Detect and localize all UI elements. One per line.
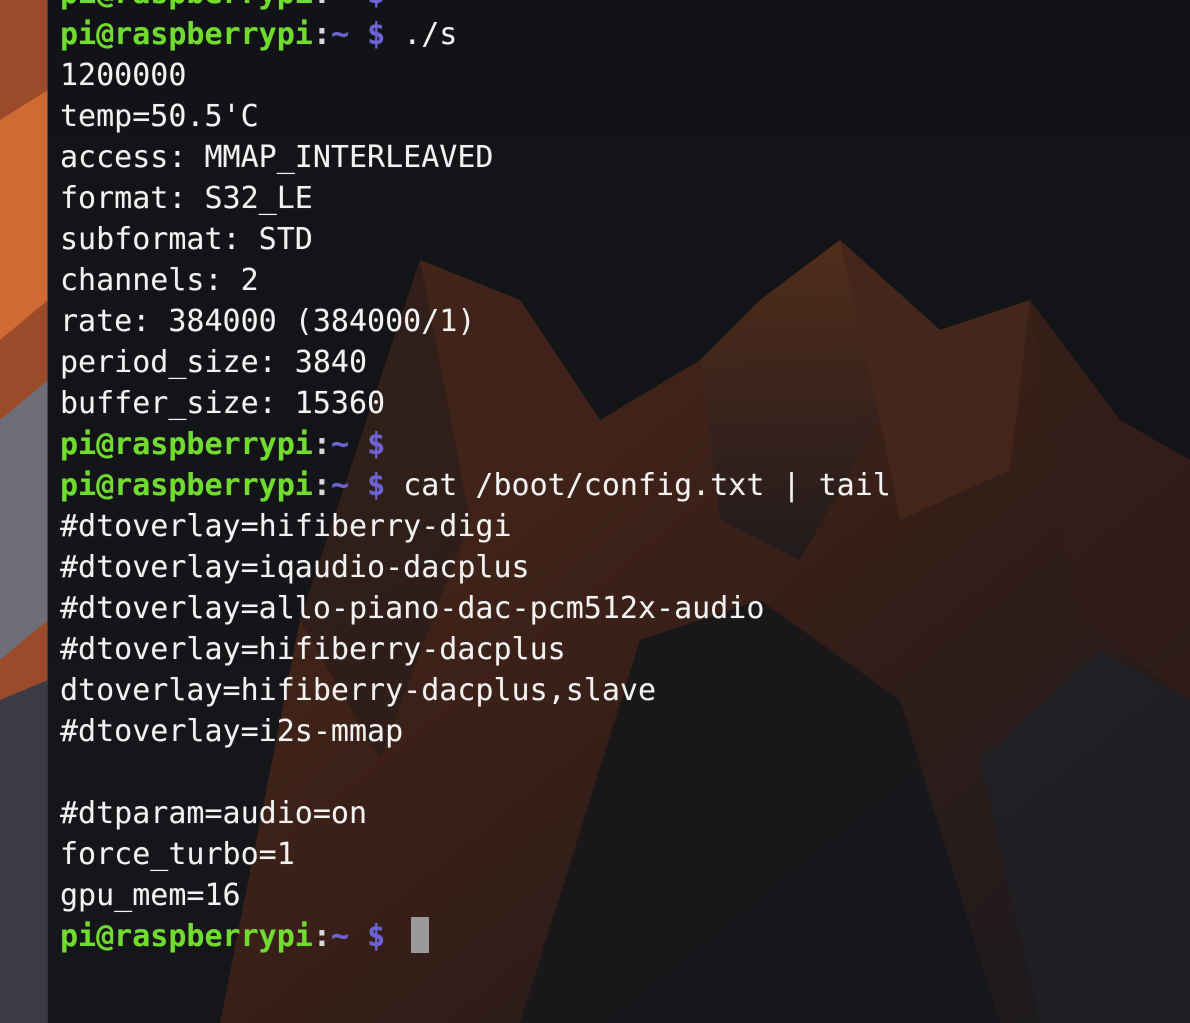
prompt-path: ~: [330, 17, 349, 52]
prompt-line: pi@raspberrypi:~ $ ./s: [60, 14, 891, 55]
output-line: #dtoverlay=i2s-mmap: [60, 714, 404, 749]
prompt-separator: :: [312, 427, 331, 462]
prompt-symbol: $: [367, 468, 386, 503]
prompt-symbol: $: [367, 17, 386, 52]
prompt-separator: :: [312, 17, 331, 52]
text-cursor[interactable]: [411, 917, 430, 953]
prompt-symbol: $: [367, 919, 386, 954]
output-line: period_size: 3840: [60, 345, 368, 380]
prompt-line: pi@raspberrypi:~ $: [60, 916, 891, 957]
output-line: force_turbo=1: [60, 837, 295, 872]
prompt-line: pi@raspberrypi:~ $ cat /boot/config.txt …: [60, 465, 891, 506]
output-line: dtoverlay=hifiberry-dacplus,slave: [60, 673, 657, 708]
output-line: #dtoverlay=allo-piano-dac-pcm512x-audio: [60, 591, 765, 626]
output-line: #dtoverlay=iqaudio-dacplus: [60, 550, 530, 585]
prompt-separator: :: [312, 919, 331, 954]
output-line: format: S32_LE: [60, 181, 313, 216]
desktop-screen: pi@raspberrypi:~ $ pi@raspberrypi:~ $ ./…: [0, 0, 1190, 1023]
output-line: 1200000: [60, 58, 187, 93]
output-line: temp=50.5'C: [60, 99, 259, 134]
prompt-user-host: pi@raspberrypi: [60, 468, 313, 503]
prompt-line: pi@raspberrypi:~ $: [60, 0, 891, 14]
output-line: access: MMAP_INTERLEAVED: [60, 140, 494, 175]
prompt-symbol: $: [367, 427, 386, 462]
prompt-path: ~: [330, 427, 349, 462]
prompt-separator: :: [313, 0, 331, 11]
prompt-separator: :: [312, 468, 331, 503]
output-line: buffer_size: 15360: [60, 386, 386, 421]
output-line: [60, 752, 891, 793]
terminal-output: pi@raspberrypi:~ $ pi@raspberrypi:~ $ ./…: [60, 0, 891, 957]
output-line: #dtoverlay=hifiberry-dacplus: [60, 632, 566, 667]
prompt-path: ~: [330, 468, 349, 503]
output-line: gpu_mem=16: [60, 878, 241, 913]
prompt-user-host: pi@raspberrypi: [60, 17, 313, 52]
output-line: #dtoverlay=hifiberry-digi: [60, 509, 512, 544]
output-line: #dtparam=audio=on: [60, 796, 368, 831]
output-line: subformat: STD: [60, 222, 313, 257]
prompt-path: ~: [331, 0, 349, 11]
command-text: cat /boot/config.txt | tail: [403, 468, 891, 503]
prompt-user-host: pi@raspberrypi: [60, 427, 313, 462]
command-text: ./s: [403, 17, 458, 52]
output-line: channels: 2: [60, 263, 259, 298]
prompt-user-host: pi@raspberrypi: [60, 919, 313, 954]
prompt-symbol: $: [367, 0, 385, 11]
prompt-path: ~: [330, 919, 349, 954]
terminal-window[interactable]: pi@raspberrypi:~ $ pi@raspberrypi:~ $ ./…: [47, 0, 1190, 1023]
prompt-user-host: pi@raspberrypi: [60, 0, 313, 11]
output-line: rate: 384000 (384000/1): [60, 304, 476, 339]
prompt-line: pi@raspberrypi:~ $: [60, 424, 891, 465]
